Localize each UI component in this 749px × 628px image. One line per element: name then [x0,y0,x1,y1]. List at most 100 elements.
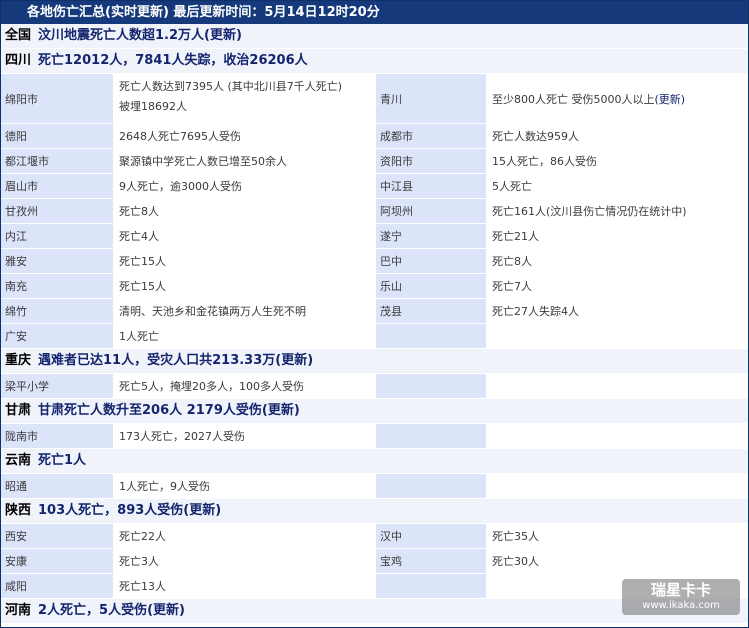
region-value-text: 死亡8人 [119,205,159,218]
region-value-text: 死亡27人失踪4人 [492,305,579,318]
region-value-text: 1人死亡 [119,330,159,343]
table-row: 梁平小学 死亡5人，掩埋20多人，100多人受伤 [1,374,748,399]
region-label [376,424,486,448]
region-value: 死亡5人，掩埋20多人，100多人受伤 [115,374,374,398]
region-value: 死亡4人 [115,224,374,248]
province-name: 重庆 [5,353,32,368]
region-value: 死亡8人 [488,249,748,273]
region-label: 成都市 [376,124,486,148]
section-header: 全国 汶川地震死亡人数超1.2万人(更新) [1,24,748,49]
region-value-text: 死亡人数达959人 [492,130,579,143]
region-label: 遂宁 [376,224,486,248]
table-row: 内江 死亡4人 遂宁 死亡21人 [1,224,748,249]
region-value-text: 死亡161人(汶川县伤亡情况仍在统计中) [492,205,687,218]
region-value-text: 死亡13人 [119,580,166,593]
region-label: 乐山 [376,274,486,298]
region-value-text: 死亡5人，掩埋20多人，100多人受伤 [119,380,304,393]
region-value-text: 死亡人数达到7395人 (其中北川县7千人死亡) 被埋18692人 [119,80,343,113]
region-label: 阿坝州 [376,199,486,223]
section-headline: 汶川地震死亡人数超1.2万人 [38,28,205,43]
table-row: 昭通 1人死亡，9人受伤 [1,474,748,499]
region-label: 巴中 [376,249,486,273]
region-label: 中江县 [376,174,486,198]
region-label: 德阳 [1,124,113,148]
table-row: 南充 死亡15人 乐山 死亡7人 [1,274,748,299]
region-value: 5人死亡 [488,174,748,198]
region-label: 眉山市 [1,174,113,198]
province-name: 河南 [5,603,32,618]
region-value: 死亡8人 [115,199,374,223]
region-value-text: 死亡35人 [492,530,539,543]
region-value [488,374,748,398]
region-value-text: 死亡7人 [492,280,532,293]
region-label: 内江 [1,224,113,248]
update-link[interactable]: (更新) [275,353,313,368]
region-value [488,324,748,348]
section-headline: 死亡1人 [38,453,87,468]
region-label [376,374,486,398]
region-value: 聚源镇中学死亡人数已增至50余人 [115,149,374,173]
casualty-summary-panel: 各地伤亡汇总(实时更新) 最后更新时间：5月14日12时20分 全国 汶川地震死亡… [0,0,749,628]
region-label: 宝鸡 [376,549,486,573]
region-value: 死亡15人 [115,249,374,273]
region-value-text: 清明、天池乡和金花镇两万人生死不明 [119,305,306,318]
region-label [376,574,486,598]
region-value: 死亡3人 [115,549,374,573]
region-value [488,474,748,498]
region-value: 清明、天池乡和金花镇两万人生死不明 [115,299,374,323]
region-value-text: 死亡22人 [119,530,166,543]
region-value-text: 死亡15人 [119,280,166,293]
region-value: 9人死亡，逾3000人受伤 [115,174,374,198]
region-value: 死亡30人 [488,549,748,573]
region-label: 资阳市 [376,149,486,173]
region-label: 青川 [376,74,486,123]
update-link[interactable]: (更新) [183,503,221,518]
region-value: 死亡27人失踪4人 [488,299,748,323]
watermark-url: www.ikaka.com [642,600,720,611]
casualty-table: 全国 汶川地震死亡人数超1.2万人(更新) 四川 死亡12012人，7841人失踪，收… [1,24,748,624]
region-value-text: 死亡4人 [119,230,159,243]
region-label: 安康 [1,549,113,573]
region-label [376,474,486,498]
region-value-text: 死亡21人 [492,230,539,243]
section-header: 云南 死亡1人 [1,449,748,474]
section-headline: 甘肃死亡人数升至206人 2179人受伤 [38,403,262,418]
table-row: 绵阳市 死亡人数达到7395人 (其中北川县7千人死亡) 被埋18692人 青川 至少… [1,74,748,124]
province-name: 甘肃 [5,403,32,418]
table-row: 雅安 死亡15人 巴中 死亡8人 [1,249,748,274]
region-label: 甘孜州 [1,199,113,223]
province-name: 陕西 [5,503,32,518]
section-headline: 2人死亡，5人受伤 [38,603,148,618]
section-headline: 遇难者已达11人，受灾人口共213.33万 [38,353,276,368]
region-value-text: 1人死亡，9人受伤 [119,480,210,493]
update-link[interactable]: (更新) [655,91,686,107]
region-value: 173人死亡，2027人受伤 [115,424,374,448]
region-value [488,424,748,448]
region-label: 西安 [1,524,113,548]
table-row: 绵竹 清明、天池乡和金花镇两万人生死不明 茂县 死亡27人失踪4人 [1,299,748,324]
table-row: 德阳 2648人死亡7695人受伤 成都市 死亡人数达959人 [1,124,748,149]
region-label: 绵竹 [1,299,113,323]
province-name: 云南 [5,453,32,468]
region-value: 死亡7人 [488,274,748,298]
region-label: 陇南市 [1,424,113,448]
province-name: 全国 [5,28,32,43]
region-value-text: 15人死亡，86人受伤 [492,155,597,168]
region-label: 汉中 [376,524,486,548]
region-value-text: 至少800人死亡 受伤5000人以上 [492,92,655,106]
region-value-text: 聚源镇中学死亡人数已增至50余人 [119,155,287,168]
region-value: 1人死亡 [115,324,374,348]
province-name: 四川 [5,53,32,68]
section-headline: 103人死亡，893人受伤 [38,503,184,518]
update-link[interactable]: (更新) [262,403,300,418]
region-value-text: 死亡8人 [492,255,532,268]
update-link[interactable]: (更新) [204,28,242,43]
region-value: 15人死亡，86人受伤 [488,149,748,173]
section-header: 甘肃 甘肃死亡人数升至206人 2179人受伤(更新) [1,399,748,424]
table-row: 广安 1人死亡 [1,324,748,349]
region-value-text: 死亡15人 [119,255,166,268]
update-link[interactable]: (更新) [147,603,185,618]
region-value-text: 死亡3人 [119,555,159,568]
region-label: 绵阳市 [1,74,113,123]
section-header: 四川 死亡12012人，7841人失踪，收治26206人 [1,49,748,74]
